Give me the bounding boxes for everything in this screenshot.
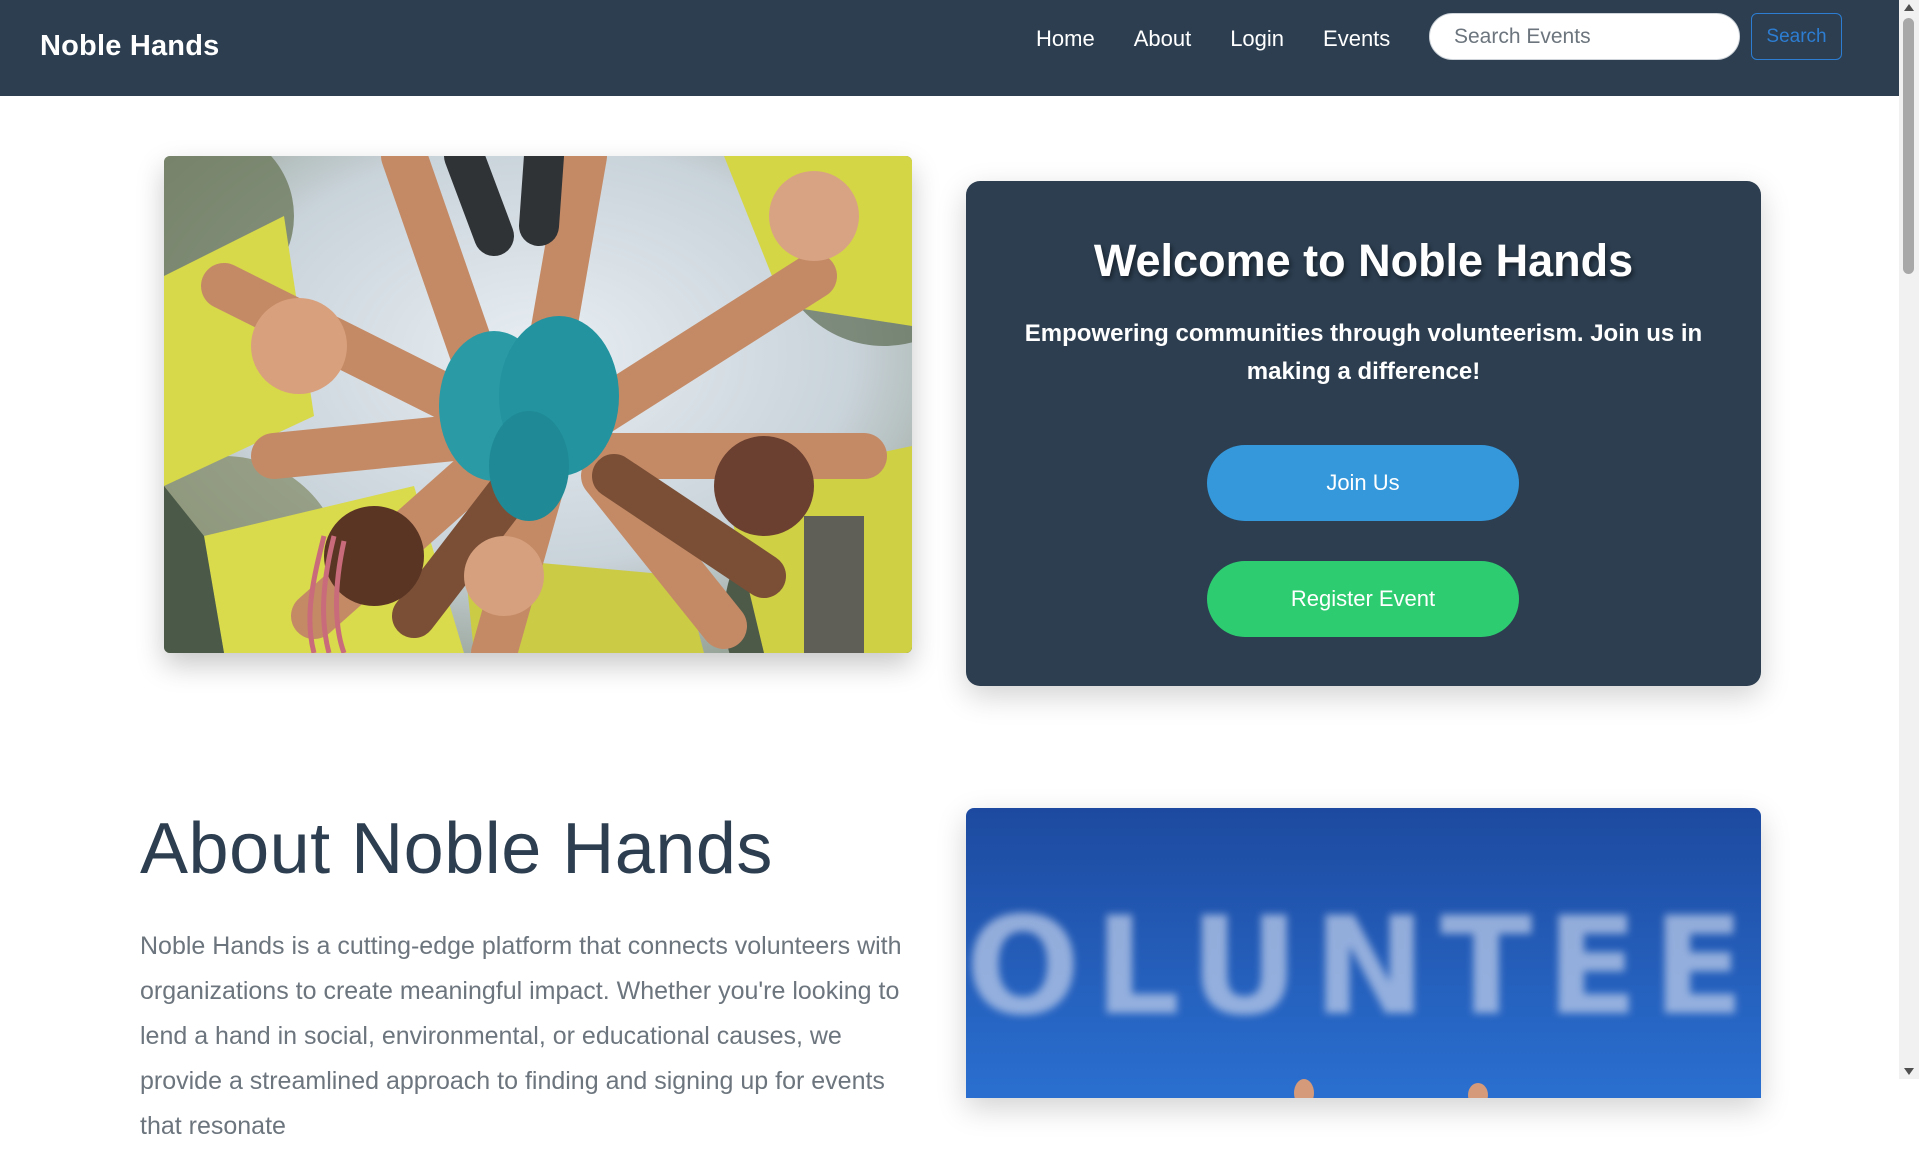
search-button[interactable]: Search (1751, 13, 1842, 60)
vertical-scrollbar[interactable] (1899, 0, 1919, 1079)
scroll-up-arrow-icon[interactable] (1904, 4, 1914, 11)
hero-image (164, 156, 912, 653)
welcome-title: Welcome to Noble Hands (1093, 235, 1634, 286)
about-title: About Noble Hands (140, 809, 773, 889)
welcome-subtitle: Empowering communities through volunteer… (1024, 320, 1703, 385)
scrollbar-thumb[interactable] (1903, 18, 1914, 274)
welcome-card: Welcome to Noble Hands Empowering commun… (966, 181, 1761, 686)
volunteer-sky-illustration: VOLUNTEER (966, 808, 1761, 1098)
volunteer-cloud-word: VOLUNTEER (966, 888, 1761, 1045)
volunteer-image: VOLUNTEER (966, 808, 1761, 1098)
volunteers-hands-illustration (164, 156, 912, 653)
top-navbar: Noble Hands Home About Login Events Sear… (0, 0, 1899, 96)
nav-about-link[interactable]: About (1134, 26, 1192, 52)
brand-logo[interactable]: Noble Hands (40, 30, 219, 63)
join-us-button[interactable]: Join Us (1207, 445, 1519, 521)
about-text: Noble Hands is a cutting-edge platform t… (140, 932, 902, 1140)
nav-links: Home About Login Events (1036, 26, 1429, 52)
search-input[interactable] (1429, 13, 1740, 60)
nav-home-link[interactable]: Home (1036, 26, 1095, 52)
nav-events-link[interactable]: Events (1323, 26, 1390, 52)
nav-login-link[interactable]: Login (1230, 26, 1284, 52)
scroll-down-arrow-icon[interactable] (1904, 1068, 1914, 1075)
register-event-button[interactable]: Register Event (1207, 561, 1519, 637)
